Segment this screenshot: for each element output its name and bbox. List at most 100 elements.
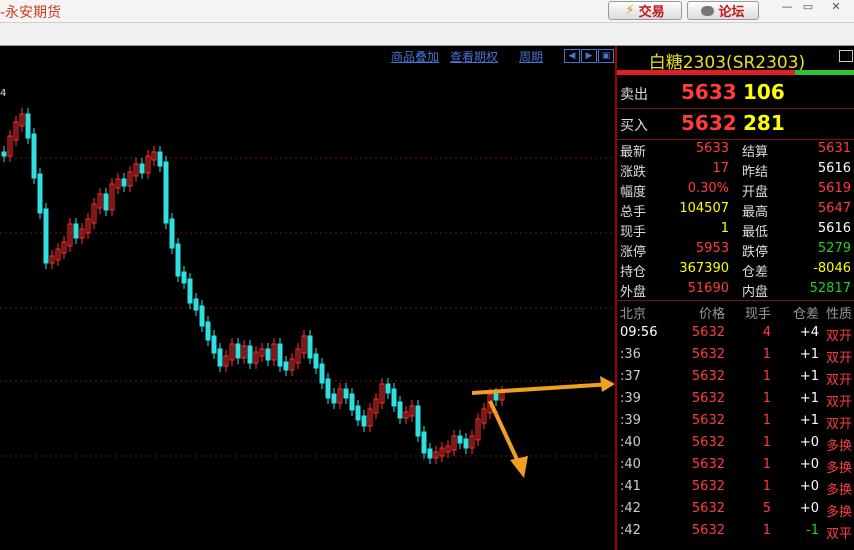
stat-value: 5633	[695, 141, 729, 156]
candle-body	[181, 271, 187, 284]
tick-time: :39	[620, 413, 641, 428]
candle-body	[343, 388, 349, 399]
arrow-right-icon[interactable]: ▶	[581, 49, 597, 63]
tick-row: :39 5632 1 +1 双开	[617, 391, 854, 413]
tick-row: :39 5632 1 +1 双开	[617, 413, 854, 435]
tick-row: :37 5632 1 +1 双开	[617, 369, 854, 391]
period-link[interactable]: 周期	[519, 48, 543, 65]
candle-body	[349, 393, 355, 411]
tick-price: 5632	[691, 457, 725, 472]
tick-type: 多换	[826, 483, 853, 498]
candle-body	[463, 438, 469, 449]
forum-button[interactable]: 论坛	[687, 1, 759, 20]
tick-diff: -1	[806, 523, 819, 538]
candle-body	[43, 208, 49, 264]
candle-body	[325, 378, 331, 399]
maximize-icon[interactable]: ▭	[798, 0, 818, 14]
chat-bubble-icon	[701, 5, 715, 16]
sell-quote-row: 卖出 5633 106	[617, 78, 854, 109]
candlestick-chart[interactable]: 商品叠加 查看期权 周期 ◀ ▶ ▣ 4	[0, 46, 615, 550]
trade-button[interactable]: ⚡ 交易	[608, 1, 682, 20]
tick-time: :42	[620, 501, 641, 516]
app-title: -永安期货	[0, 5, 62, 21]
options-link[interactable]: 查看期权	[450, 48, 498, 65]
stat-value: 5619	[817, 181, 851, 196]
tick-price: 5632	[691, 501, 725, 516]
buy-quote-row: 买入 5632 281	[617, 109, 854, 140]
candle-body	[265, 348, 271, 361]
stat-label: 总手	[620, 205, 647, 220]
stat-label: 最高	[742, 205, 769, 220]
tick-time: 09:56	[620, 325, 658, 340]
expand-icon[interactable]: ▣	[598, 49, 614, 63]
tick-row: :41 5632 1 +0 多换	[617, 479, 854, 501]
stat-label: 涨停	[620, 245, 647, 260]
candle-body	[121, 178, 127, 187]
sell-price: 5633	[681, 80, 737, 104]
candle-body	[37, 173, 43, 214]
tick-diff: +1	[799, 413, 819, 428]
candle-body	[307, 335, 313, 359]
candle-body	[361, 415, 367, 427]
candle-body	[277, 343, 283, 367]
tick-header-price: 价格	[698, 307, 725, 322]
tick-diff: +1	[799, 369, 819, 384]
stat-value: 5953	[695, 241, 729, 256]
tick-diff: +1	[799, 391, 819, 406]
candle-body	[157, 151, 163, 167]
candle-body	[235, 343, 241, 359]
annotation-arrow-head	[600, 376, 615, 392]
stat-value: 0.30%	[687, 181, 729, 196]
buy-volume: 281	[743, 111, 785, 135]
stat-value: 5616	[817, 221, 851, 236]
title-bar: -永安期货 ⚡ 交易 论坛 — ▭ ✕	[0, 0, 854, 23]
tick-price: 5632	[691, 391, 725, 406]
stat-value: 5647	[817, 201, 851, 216]
overlay-link[interactable]: 商品叠加	[391, 48, 439, 65]
tick-time: :42	[620, 523, 641, 538]
candle-body	[169, 218, 175, 249]
stat-value: 5616	[817, 161, 851, 176]
stat-row: 涨跌 17 昨结 5616	[617, 161, 854, 181]
tick-price: 5632	[691, 369, 725, 384]
stat-label: 最新	[620, 145, 647, 160]
tick-diff: +0	[799, 501, 819, 516]
chart-menu: 商品叠加 查看期权 周期 ◀ ▶ ▣	[0, 48, 615, 64]
tick-time: :36	[620, 347, 641, 362]
candle-body	[205, 321, 211, 341]
minimize-icon[interactable]: —	[777, 0, 797, 14]
tick-price: 5632	[691, 479, 725, 494]
tick-time: :40	[620, 457, 641, 472]
candle-body	[139, 163, 145, 174]
candle-body	[331, 393, 337, 404]
tick-type: 双开	[826, 395, 853, 410]
close-icon[interactable]: ✕	[826, 0, 846, 14]
tick-volume: 4	[762, 325, 771, 340]
chart-canvas	[0, 108, 615, 478]
stat-label: 仓差	[742, 265, 769, 280]
window-icon[interactable]	[839, 50, 853, 62]
candle-body	[355, 405, 361, 421]
stat-row: 幅度 0.30% 开盘 5619	[617, 181, 854, 201]
stat-label: 结算	[742, 145, 769, 160]
tick-time: :39	[620, 391, 641, 406]
stat-value: 1	[720, 221, 729, 236]
toolbar	[0, 23, 854, 46]
tick-price: 5632	[691, 413, 725, 428]
candle-body	[103, 193, 109, 211]
tick-type: 双开	[826, 329, 853, 344]
quote-panel: 白糖2303(SR2303) 卖出 5633 106 买入 5632 281 最…	[617, 46, 854, 550]
tick-diff: +0	[799, 457, 819, 472]
buy-price: 5632	[681, 111, 737, 135]
candle-body	[457, 435, 463, 444]
arrow-left-icon[interactable]: ◀	[564, 49, 580, 63]
stat-value: -8046	[813, 261, 851, 276]
stat-row: 外盘 51690 内盘 52817	[617, 281, 854, 301]
stat-row: 涨停 5953 跌停 5279	[617, 241, 854, 261]
stat-label: 昨结	[742, 165, 769, 180]
tick-row: :42 5632 1 -1 双平	[617, 523, 854, 545]
candle-body	[397, 401, 403, 419]
tick-volume: 1	[762, 523, 771, 538]
candle-body	[25, 113, 31, 139]
tick-row: :42 5632 5 +0 多换	[617, 501, 854, 523]
